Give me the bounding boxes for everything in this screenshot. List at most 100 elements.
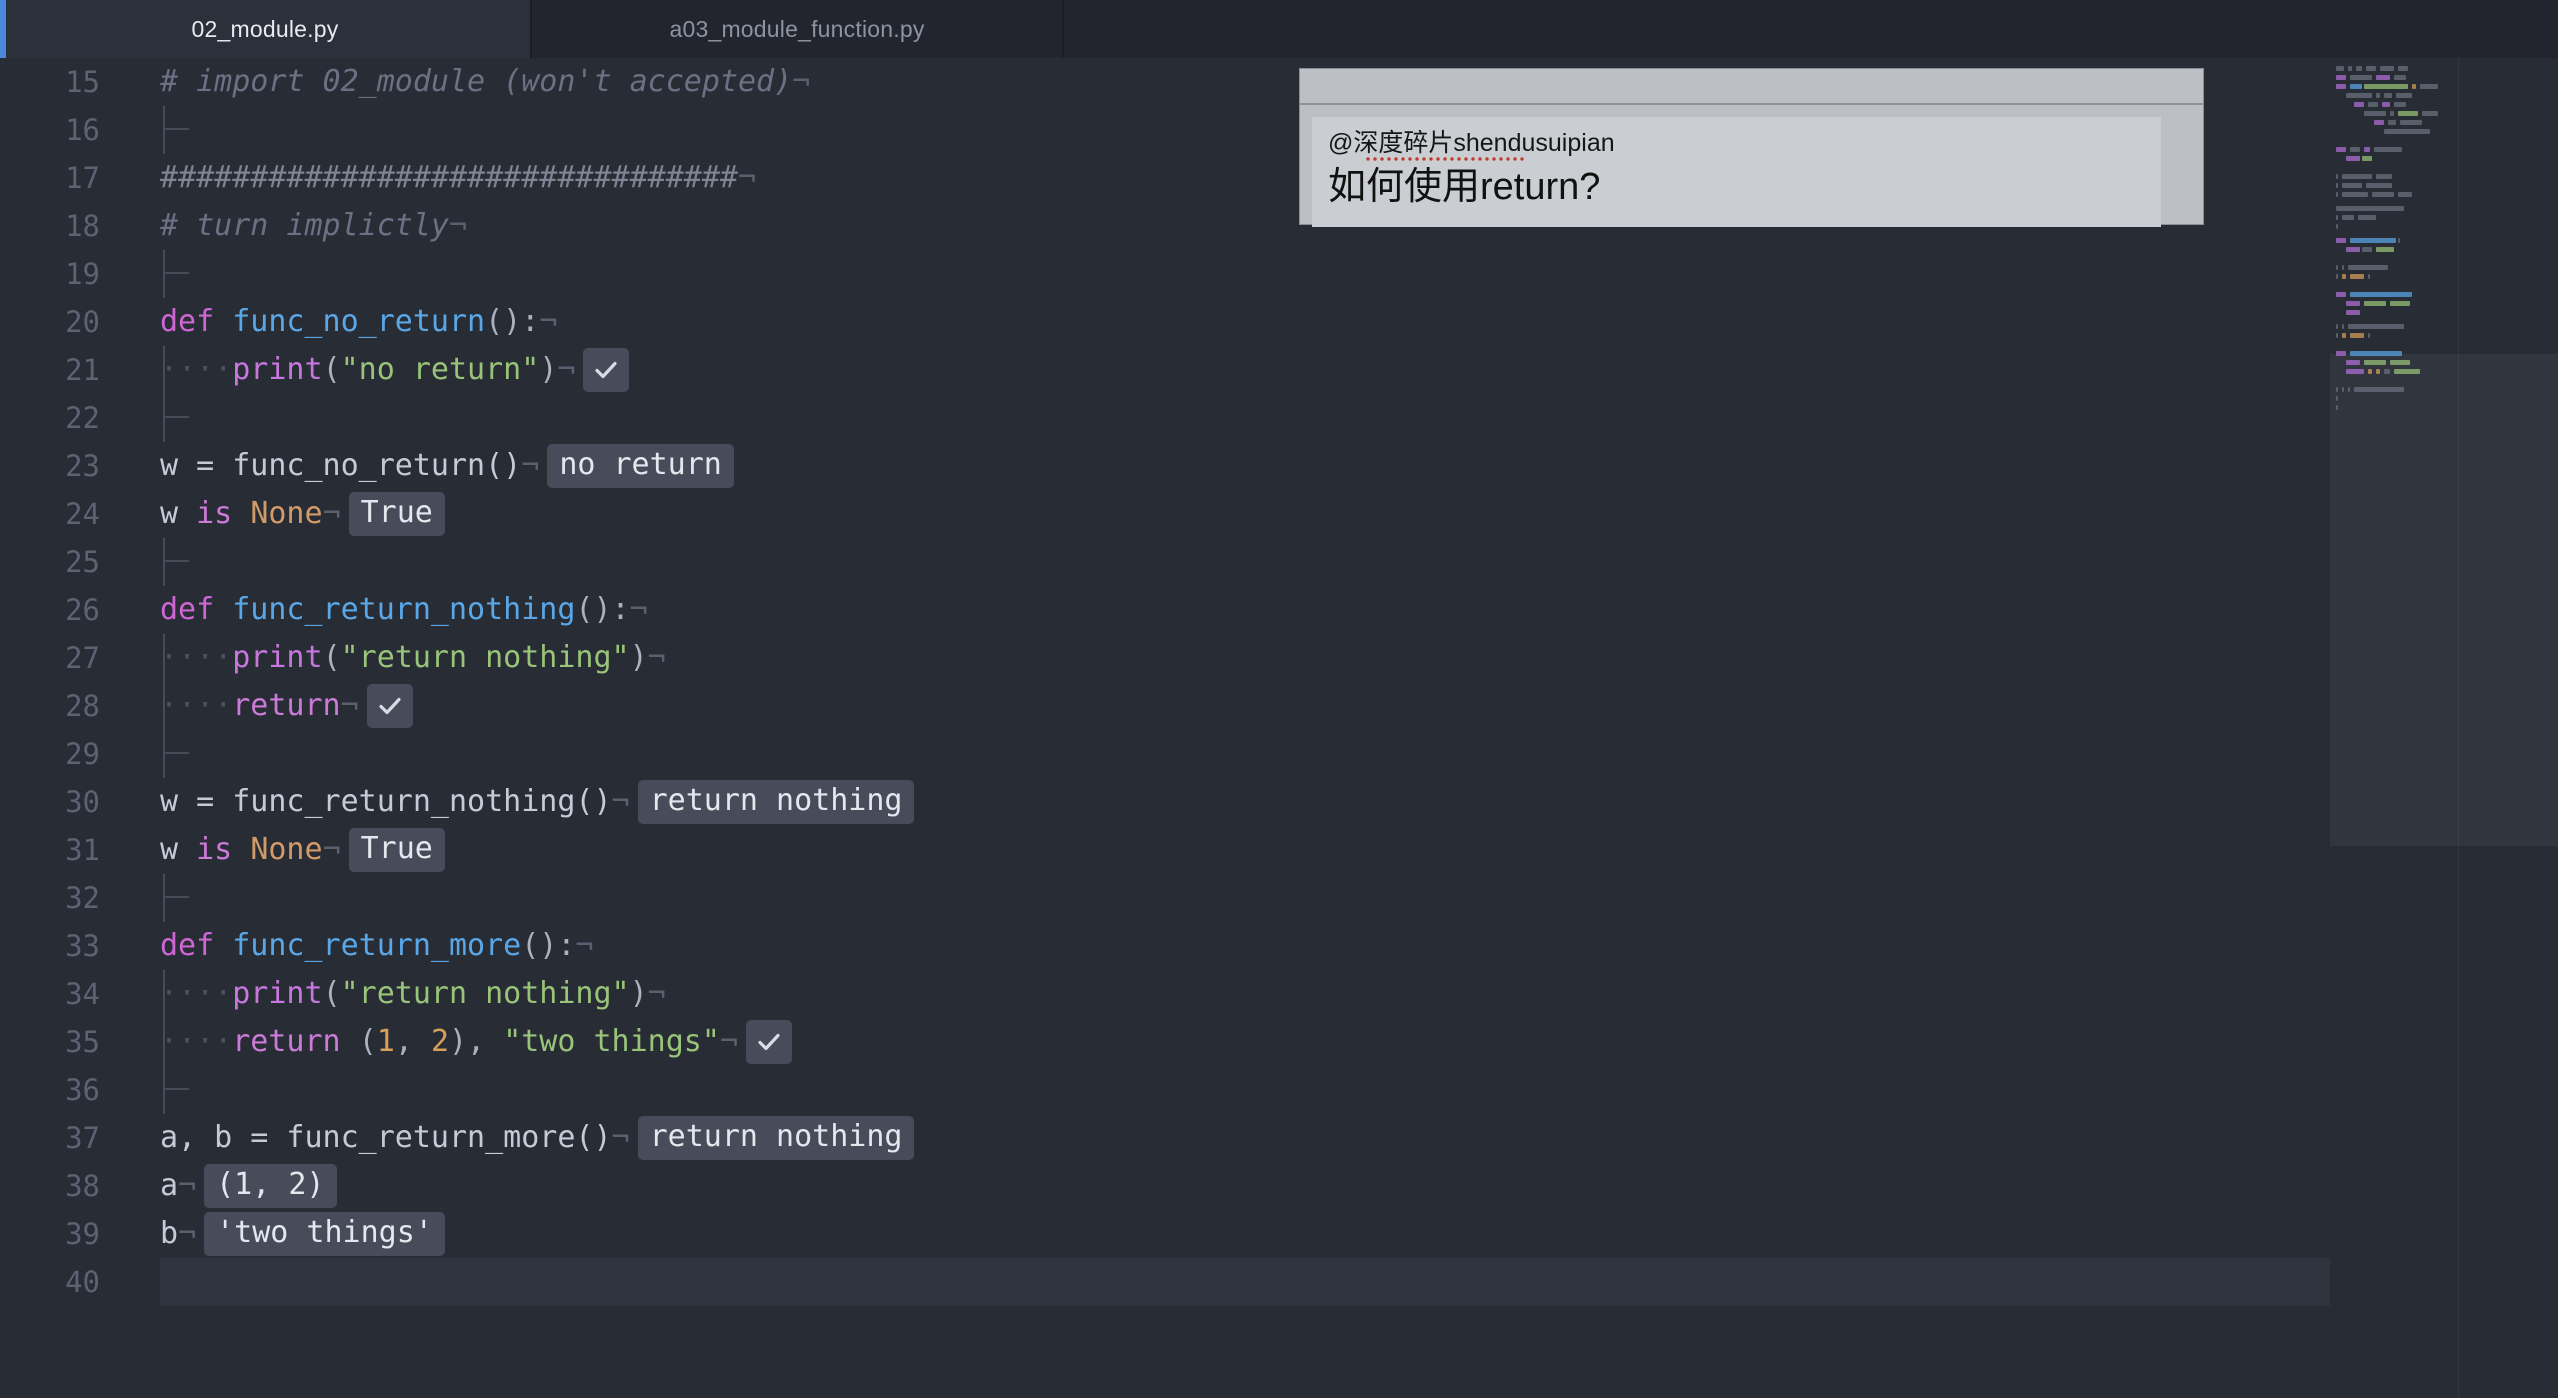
code-line-text[interactable]: w = func_no_return() ¬ no return — [160, 442, 734, 490]
inline-result-badge[interactable]: no return — [547, 444, 734, 488]
code-line[interactable]: 38 a ¬ (1, 2) — [0, 1162, 2558, 1210]
code-token: ¬ — [611, 1120, 630, 1155]
minimap-code-segment — [2398, 238, 2400, 243]
minimap-code-segment — [2336, 174, 2338, 179]
code-line-text[interactable]: ################################ ¬ — [160, 154, 756, 202]
line-number: 39 — [65, 1217, 100, 1251]
code-token: , — [394, 1024, 431, 1059]
tab-a03-module-function-py[interactable]: a03_module_function.py — [532, 0, 1062, 58]
code-line-text[interactable]: def func_return_nothing (): ¬ — [160, 586, 648, 634]
code-line-text[interactable]: w is None ¬ True — [160, 826, 445, 874]
code-line-text[interactable]: b ¬'two things' — [160, 1210, 445, 1258]
code-token: ) — [539, 352, 558, 387]
minimap-code-segment — [2422, 111, 2438, 116]
code-line[interactable]: 30 w = func_return_nothing() ¬ return nothi… — [0, 778, 2558, 826]
code-line[interactable]: 40 — [0, 1258, 2558, 1306]
code-line-text[interactable]: w is None ¬ True — [160, 490, 445, 538]
inline-result-badge[interactable]: return nothing — [637, 780, 915, 824]
minimap-code-segment — [2336, 147, 2346, 152]
code-line[interactable]: 22 — [0, 394, 2558, 442]
code-line-text[interactable]: ···· print("return nothing") ¬ — [160, 634, 666, 682]
code-line-text[interactable]: w = func_return_nothing() ¬ return nothing — [160, 778, 915, 826]
code-token: ¬ — [178, 1168, 197, 1203]
code-line[interactable]: 24 w is None ¬ True — [0, 490, 2558, 538]
minimap-code-segment — [2350, 292, 2412, 297]
code-line[interactable]: 34 ···· print("return nothing") ¬ — [0, 970, 2558, 1018]
indent-guide — [163, 394, 189, 442]
code-token: ¬ — [340, 688, 359, 723]
minimap-code-segment — [2350, 333, 2364, 338]
code-line[interactable]: 29 — [0, 730, 2558, 778]
code-line-text[interactable]: ···· print("no return") ¬ — [160, 346, 630, 394]
inline-result-badge[interactable]: (1, 2) — [204, 1164, 337, 1208]
code-line-text[interactable]: ···· return ¬ — [160, 682, 413, 730]
code-token: None — [250, 832, 323, 867]
code-token: ################################ — [160, 160, 738, 195]
minimap-viewport-slider[interactable] — [2330, 354, 2558, 846]
code-token: def — [160, 928, 233, 963]
code-token: (): — [575, 592, 630, 627]
code-line[interactable]: 26 def func_return_nothing (): ¬ — [0, 586, 2558, 634]
code-line-text[interactable]: # turn implictly ¬ — [160, 202, 467, 250]
line-number: 32 — [65, 881, 100, 915]
code-token: # turn implictly — [160, 208, 449, 243]
code-line[interactable]: 21 ···· print("no return") ¬ — [0, 346, 2558, 394]
line-number: 17 — [65, 161, 100, 195]
minimap-code-segment — [2346, 310, 2360, 315]
code-token: def — [160, 304, 233, 339]
minimap-code-segment — [2342, 183, 2362, 188]
code-line-text[interactable]: ···· return (1, 2), "two things" ¬ — [160, 1018, 792, 1066]
code-line[interactable]: 31 w is None ¬ True — [0, 826, 2558, 874]
tab-02-module-py[interactable]: 02_module.py — [0, 0, 530, 58]
code-line[interactable]: 27 ···· print("return nothing") ¬ — [0, 634, 2558, 682]
code-lines-container[interactable]: 15 # import 02_module (won't accepted) ¬ 16… — [0, 58, 2558, 1306]
code-line[interactable]: 23 w = func_no_return() ¬ no return — [0, 442, 2558, 490]
tab-label: a03_module_function.py — [669, 15, 925, 42]
code-line-text[interactable]: def func_no_return (): ¬ — [160, 298, 557, 346]
code-editor[interactable]: 15 # import 02_module (won't accepted) ¬ 16… — [0, 58, 2558, 1398]
code-token: print — [232, 640, 323, 675]
code-line[interactable]: 37 a, b = func_return_more() ¬ return nothi… — [0, 1114, 2558, 1162]
code-line[interactable]: 39 b ¬'two things' — [0, 1210, 2558, 1258]
code-line-text[interactable]: ···· print("return nothing") ¬ — [160, 970, 666, 1018]
line-number: 20 — [65, 305, 100, 339]
code-token: ¬ — [557, 352, 576, 387]
code-line-text[interactable]: def func_return_more (): ¬ — [160, 922, 593, 970]
minimap-code-segment — [2376, 174, 2392, 179]
inline-result-badge[interactable]: 'two things' — [204, 1212, 445, 1256]
code-line[interactable]: 25 — [0, 538, 2558, 586]
code-token: w — [160, 496, 197, 531]
minimap-code-segment — [2364, 147, 2370, 152]
code-line-text[interactable]: a ¬ (1, 2) — [160, 1162, 337, 1210]
code-line-text[interactable]: a, b = func_return_more() ¬ return nothing — [160, 1114, 915, 1162]
code-line-text[interactable]: # import 02_module (won't accepted) ¬ — [160, 58, 810, 106]
minimap-code-segment — [2366, 183, 2392, 188]
code-line[interactable]: 32 — [0, 874, 2558, 922]
minimap-code-segment — [2400, 120, 2422, 125]
inline-success-check-icon[interactable] — [583, 348, 630, 392]
code-line[interactable]: 20 def func_no_return (): ¬ — [0, 298, 2558, 346]
code-token: "no return" — [340, 352, 540, 387]
code-token: ···· — [160, 688, 233, 723]
code-token: () — [485, 448, 522, 483]
line-number: 33 — [65, 929, 100, 963]
code-token: ¬ — [322, 832, 341, 867]
line-number: 37 — [65, 1121, 100, 1155]
code-line[interactable]: 35 ···· return (1, 2), "two things" ¬ — [0, 1018, 2558, 1066]
inline-success-check-icon[interactable] — [366, 684, 413, 728]
code-line[interactable]: 28 ···· return ¬ — [0, 682, 2558, 730]
minimap-code-segment — [2358, 215, 2376, 220]
code-token: ( — [322, 976, 341, 1011]
code-minimap[interactable] — [2330, 58, 2558, 1398]
inline-result-badge[interactable]: return nothing — [637, 1116, 915, 1160]
code-line[interactable]: 19 — [0, 250, 2558, 298]
inline-result-badge[interactable]: True — [348, 492, 445, 536]
code-token: "two things" — [503, 1024, 720, 1059]
code-line[interactable]: 36 — [0, 1066, 2558, 1114]
inline-success-check-icon[interactable] — [746, 1020, 792, 1064]
minimap-code-segment — [2336, 75, 2346, 80]
code-line[interactable]: 33 def func_return_more (): ¬ — [0, 922, 2558, 970]
minimap-code-segment — [2362, 156, 2372, 161]
inline-result-badge[interactable]: True — [348, 828, 445, 872]
minimap-code-segment — [2380, 66, 2394, 71]
